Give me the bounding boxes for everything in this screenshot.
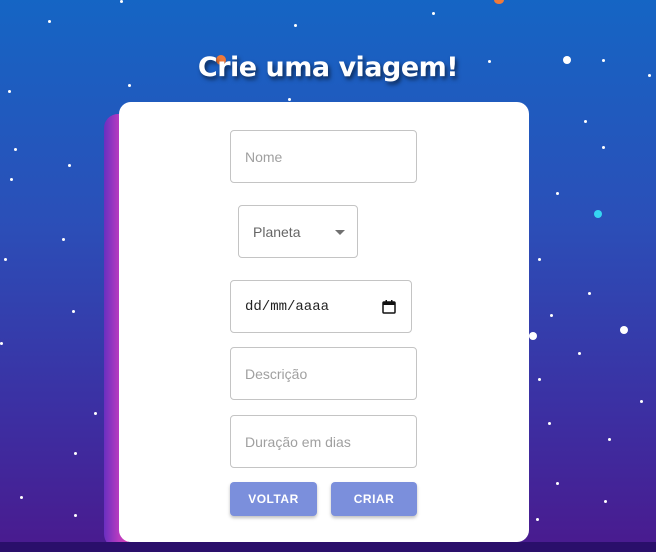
description-field[interactable]: [230, 347, 417, 400]
star: [538, 378, 541, 381]
planet-select[interactable]: Planeta: [238, 205, 358, 258]
duration-input[interactable]: [245, 433, 416, 450]
star: [594, 210, 602, 218]
star: [536, 518, 539, 521]
description-input[interactable]: [245, 365, 416, 382]
star: [74, 514, 77, 517]
star: [128, 84, 131, 87]
star: [94, 412, 97, 415]
star: [604, 500, 607, 503]
duration-field[interactable]: [230, 415, 417, 468]
star: [120, 0, 123, 3]
calendar-icon[interactable]: [381, 299, 397, 315]
star: [588, 292, 591, 295]
star: [294, 24, 297, 27]
star: [584, 120, 587, 123]
star: [20, 496, 23, 499]
star: [578, 352, 581, 355]
create-button[interactable]: CRIAR: [331, 482, 417, 516]
star: [556, 482, 559, 485]
planet-select-label: Planeta: [253, 223, 301, 240]
star: [550, 314, 553, 317]
date-field[interactable]: dd/mm/aaaa: [230, 280, 412, 333]
star: [4, 258, 7, 261]
star: [8, 90, 11, 93]
star: [602, 146, 605, 149]
star: [556, 192, 559, 195]
date-placeholder: dd/mm/aaaa: [245, 298, 330, 315]
star: [548, 422, 551, 425]
star: [68, 164, 71, 167]
bottom-bar: [0, 542, 656, 552]
star: [640, 400, 643, 403]
star: [72, 310, 75, 313]
star: [620, 326, 628, 334]
star: [14, 148, 17, 151]
back-button[interactable]: VOLTAR: [230, 482, 317, 516]
star: [10, 178, 13, 181]
star: [288, 98, 291, 101]
name-input[interactable]: [245, 148, 416, 165]
star: [74, 452, 77, 455]
chevron-down-icon: [335, 230, 345, 235]
star: [529, 332, 537, 340]
star: [538, 258, 541, 261]
star: [432, 12, 435, 15]
star: [48, 20, 51, 23]
name-field[interactable]: [230, 130, 417, 183]
star: [0, 342, 3, 345]
page-title: Crie uma viagem!: [197, 52, 459, 83]
star: [62, 238, 65, 241]
star: [608, 438, 611, 441]
